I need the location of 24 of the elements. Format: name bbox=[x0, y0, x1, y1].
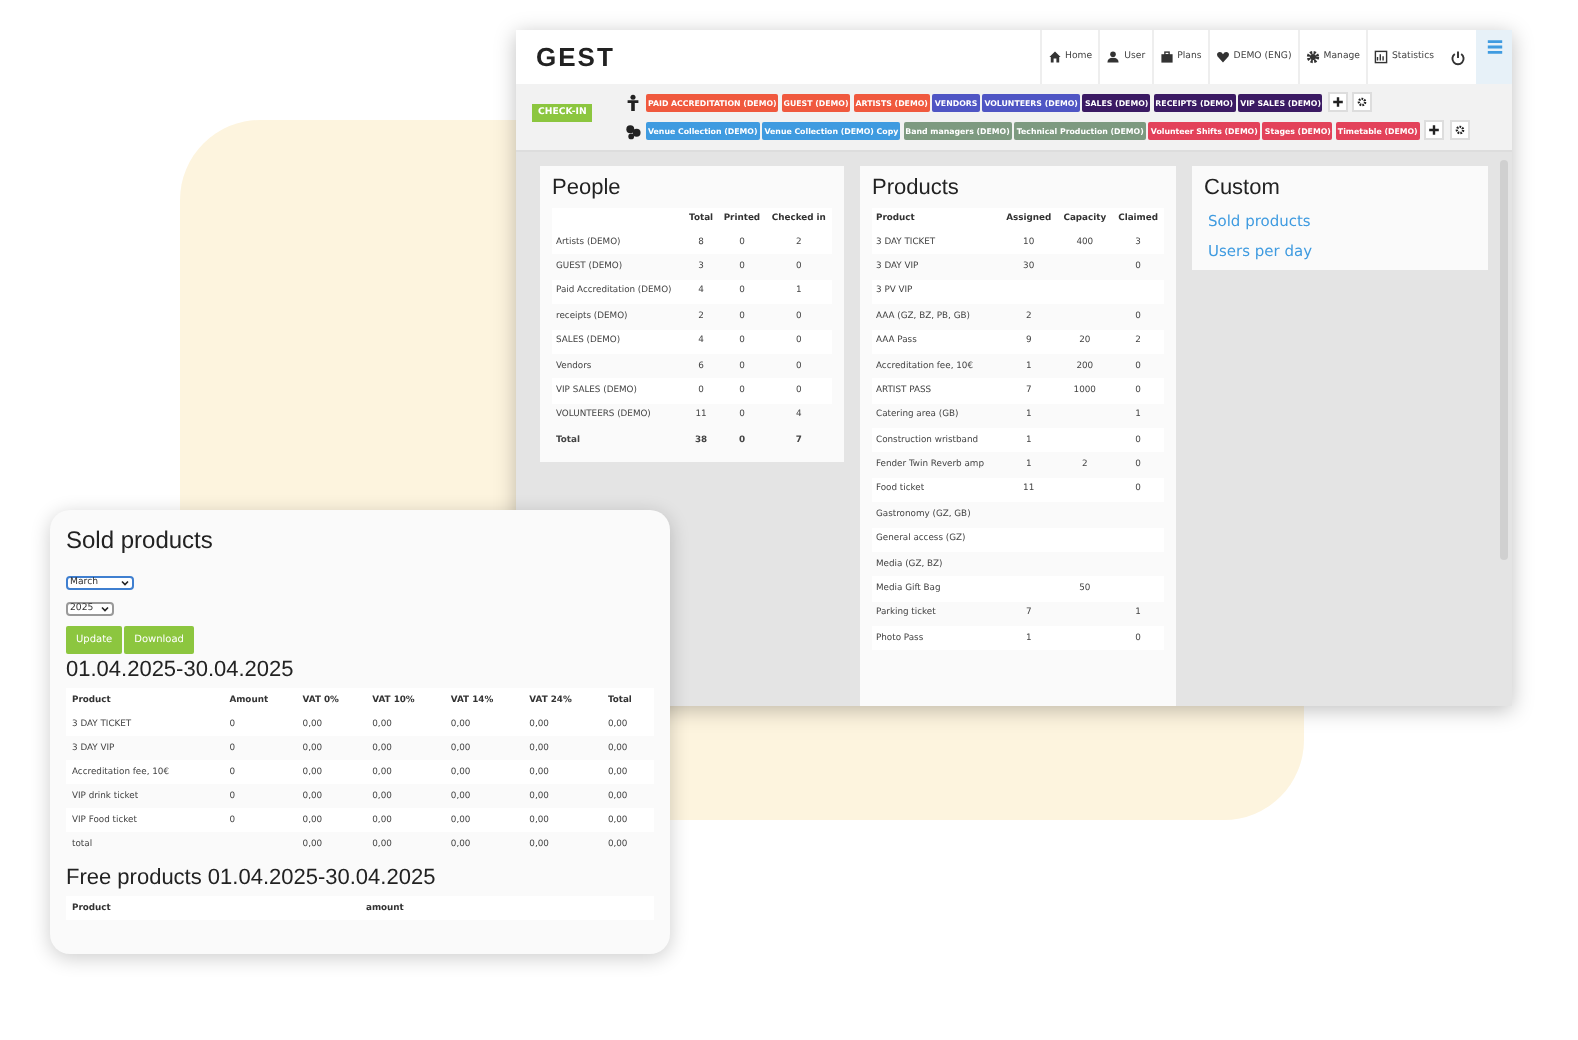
settings-button[interactable] bbox=[1449, 120, 1470, 140]
home-icon bbox=[1047, 50, 1062, 64]
card-title: Sold products bbox=[66, 526, 215, 554]
add-button[interactable] bbox=[1424, 120, 1445, 140]
user-icon bbox=[1106, 50, 1121, 64]
section-heading: Free products 01.04.2025-30.04.2025 bbox=[66, 866, 438, 890]
caret-icon bbox=[99, 604, 110, 614]
person-icon bbox=[623, 93, 641, 111]
menu-icon bbox=[1485, 38, 1503, 56]
logo: GEST bbox=[534, 42, 615, 72]
plus-icon bbox=[1331, 96, 1344, 108]
panel-title: Custom bbox=[1204, 176, 1282, 200]
period-heading: 01.04.2025-30.04.2025 bbox=[66, 658, 296, 682]
plus-icon bbox=[1428, 124, 1441, 136]
power-icon[interactable] bbox=[1450, 49, 1466, 65]
panel-title: People bbox=[552, 176, 623, 200]
chart-icon bbox=[1374, 50, 1388, 64]
settings-button[interactable] bbox=[1352, 92, 1373, 112]
panel-title: Products bbox=[872, 176, 961, 200]
heart-icon bbox=[1215, 50, 1230, 64]
menu-button[interactable] bbox=[1476, 30, 1512, 84]
add-button[interactable] bbox=[1327, 92, 1348, 112]
briefcase-icon bbox=[1159, 50, 1174, 64]
caret-icon bbox=[120, 578, 130, 588]
